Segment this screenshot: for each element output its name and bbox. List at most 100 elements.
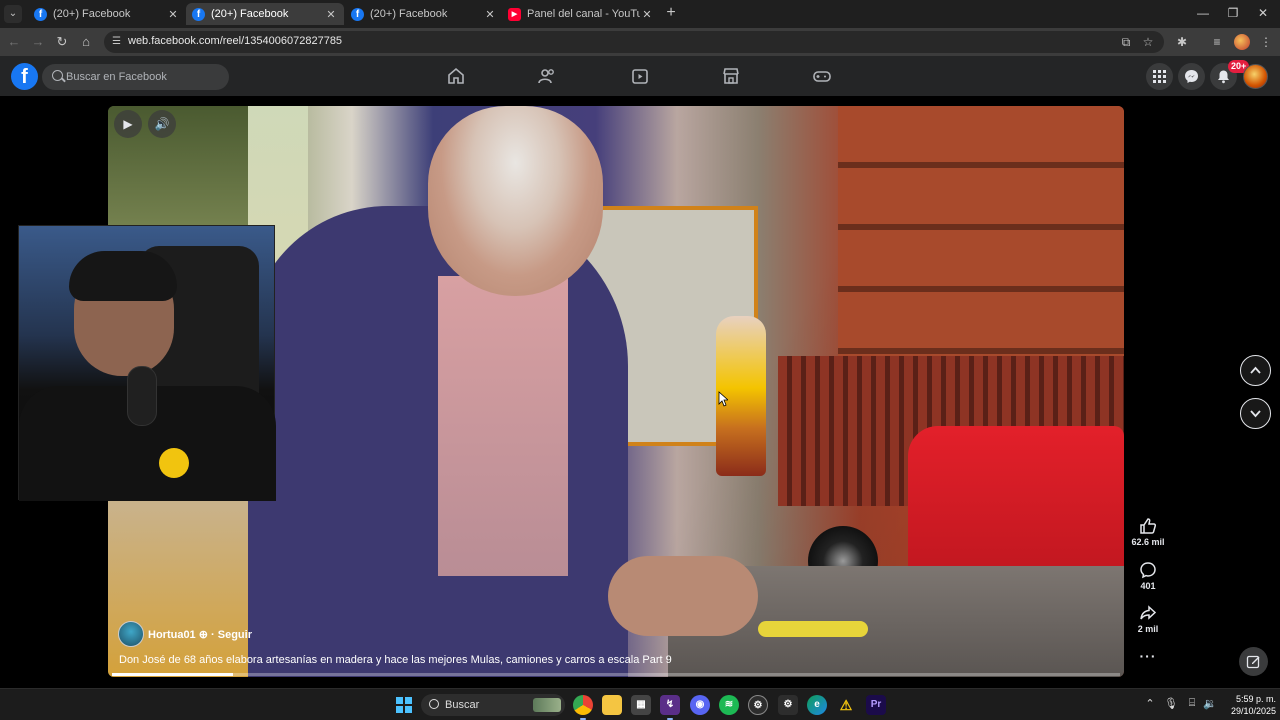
tab-title: Panel del canal - YouTube Studi <box>527 8 640 20</box>
more-options-icon[interactable]: ··· <box>1138 648 1158 664</box>
globe-icon: ⊕ <box>198 629 212 641</box>
close-tab-icon[interactable]: ✕ <box>166 8 180 21</box>
reel-caption: Don José de 68 años elabora artesanías e… <box>119 654 672 666</box>
like-count: 62.6 mil <box>1131 537 1165 547</box>
browser-tab-4[interactable]: ▶ Panel del canal - YouTube Studi ✕ <box>502 3 660 25</box>
warning-app-icon[interactable]: ⚠ <box>836 695 856 715</box>
chrome-icon[interactable] <box>573 695 593 720</box>
close-window-icon[interactable]: ✕ <box>1248 4 1278 22</box>
account-avatar[interactable] <box>1243 64 1268 89</box>
edit-icon <box>1246 655 1260 669</box>
microphone-icon[interactable]: 🎙 <box>1163 697 1179 710</box>
browser-profile-avatar[interactable] <box>1234 34 1250 50</box>
windows-taskbar: Buscar ▦ ↯ ◉ ≋ ⚙ ⚙ e ⚠ Pr ⌃ 🎙 ⌸ 🔉 5:59 p… <box>0 688 1280 720</box>
comment-count: 401 <box>1140 581 1156 591</box>
author-avatar[interactable] <box>118 621 144 647</box>
webcam-person-hair <box>69 251 177 301</box>
speaker-icon[interactable]: 🔉 <box>1202 697 1218 710</box>
close-tab-icon[interactable]: ✕ <box>324 8 338 21</box>
video-hands <box>608 556 758 636</box>
webcam-overlay <box>18 225 276 501</box>
file-explorer-icon[interactable] <box>602 695 622 715</box>
bookmark-star-icon[interactable]: ☆ <box>1140 35 1156 49</box>
reel-author[interactable]: Hortua01 ⊕ · Seguir <box>148 628 252 641</box>
nav-friends-icon[interactable] <box>537 66 559 86</box>
search-icon <box>429 699 439 709</box>
premiere-pro-icon[interactable]: Pr <box>866 695 886 715</box>
reload-icon[interactable]: ↻ <box>53 33 71 51</box>
address-bar[interactable]: ☰ web.facebook.com/reel/1354006072827785… <box>104 31 1164 53</box>
browser-tab-1[interactable]: f (20+) Facebook ✕ <box>28 3 186 25</box>
next-reel-button[interactable] <box>1240 398 1271 429</box>
facebook-logo-icon[interactable]: f <box>11 63 38 90</box>
browser-menu-icon[interactable]: ⋮ <box>1258 34 1274 50</box>
nav-watch-icon[interactable] <box>630 66 652 86</box>
facebook-search-input[interactable] <box>66 64 226 90</box>
tab-title: (20+) Facebook <box>211 8 289 20</box>
play-button[interactable]: ▶ <box>114 110 142 138</box>
steam-icon[interactable]: ⚙ <box>748 695 768 715</box>
search-highlight-image <box>533 698 561 712</box>
new-tab-icon[interactable]: + <box>662 4 680 22</box>
facebook-icon: f <box>192 7 205 21</box>
follow-link[interactable]: · Seguir <box>211 629 252 641</box>
video-brick-wall <box>838 106 1124 366</box>
spotify-icon[interactable]: ≋ <box>719 695 739 715</box>
messenger-button[interactable] <box>1178 63 1205 90</box>
video-person-shirt <box>438 276 568 576</box>
menu-grid-button[interactable] <box>1146 63 1173 90</box>
video-progress-fill <box>112 673 233 676</box>
clock-time: 5:59 p. m. <box>1235 694 1276 704</box>
settings-icon[interactable]: ⚙ <box>778 695 798 715</box>
minimize-icon[interactable]: — <box>1188 4 1218 22</box>
home-icon[interactable]: ⌂ <box>77 33 95 51</box>
browser-tab-2[interactable]: f (20+) Facebook ✕ <box>186 3 344 25</box>
messenger-icon <box>1185 70 1198 83</box>
share-icon <box>1140 605 1157 620</box>
network-icon[interactable]: ⌸ <box>1184 697 1200 710</box>
media-controls-icon[interactable]: ≡ <box>1209 34 1225 50</box>
comment-button[interactable]: 401 <box>1128 561 1168 591</box>
microsoft-store-icon[interactable]: ▦ <box>631 695 651 715</box>
extensions-icon[interactable]: ✱ <box>1174 34 1190 50</box>
tray-overflow-icon[interactable]: ⌃ <box>1142 697 1158 710</box>
obs-stream-icon[interactable]: ↯ <box>660 695 680 720</box>
chevron-up-icon <box>1250 366 1261 374</box>
video-pliers <box>758 621 868 637</box>
previous-reel-button[interactable] <box>1240 355 1271 386</box>
share-button[interactable]: 2 mil <box>1128 604 1168 634</box>
search-icon <box>52 70 63 81</box>
nav-home-icon[interactable] <box>446 66 468 86</box>
facebook-header: f <box>0 56 1280 96</box>
site-info-icon[interactable]: ☰ <box>112 36 124 48</box>
browser-tab-3[interactable]: f (20+) Facebook ✕ <box>345 3 503 25</box>
taskbar-clock[interactable]: 5:59 p. m. 29/10/2025 <box>1220 693 1276 717</box>
nav-marketplace-icon[interactable] <box>721 66 743 86</box>
facebook-icon: f <box>351 7 364 21</box>
forward-icon[interactable]: → <box>29 33 47 51</box>
author-name[interactable]: Hortua01 <box>148 629 196 641</box>
tab-search-icon[interactable]: ⌄ <box>4 5 22 23</box>
volume-button[interactable]: 🔊 <box>148 110 176 138</box>
discord-icon[interactable]: ◉ <box>690 695 710 715</box>
facebook-icon: f <box>34 7 47 21</box>
close-tab-icon[interactable]: ✕ <box>640 8 654 21</box>
restore-icon[interactable]: ❐ <box>1218 4 1248 22</box>
taskbar-search[interactable]: Buscar <box>421 694 565 716</box>
browser-toolbar: ← → ↻ ⌂ ☰ web.facebook.com/reel/13540060… <box>0 28 1280 56</box>
back-icon[interactable]: ← <box>5 33 23 51</box>
create-reel-button[interactable] <box>1239 647 1268 676</box>
edge-icon[interactable]: e <box>807 695 827 715</box>
nav-gaming-icon[interactable] <box>812 66 834 86</box>
windows-start-icon[interactable] <box>396 697 412 713</box>
share-count: 2 mil <box>1137 624 1159 634</box>
webcam-shirt-smiley <box>159 448 189 478</box>
close-tab-icon[interactable]: ✕ <box>483 8 497 21</box>
thumbs-up-icon <box>1140 518 1157 534</box>
like-button[interactable]: 62.6 mil <box>1128 517 1168 547</box>
url-text[interactable]: web.facebook.com/reel/1354006072827785 <box>128 35 342 47</box>
video-progress-bar[interactable] <box>112 673 1120 676</box>
chevron-down-icon <box>1250 410 1261 418</box>
install-app-icon[interactable]: ⧉ <box>1118 35 1134 49</box>
facebook-search[interactable] <box>42 64 229 90</box>
